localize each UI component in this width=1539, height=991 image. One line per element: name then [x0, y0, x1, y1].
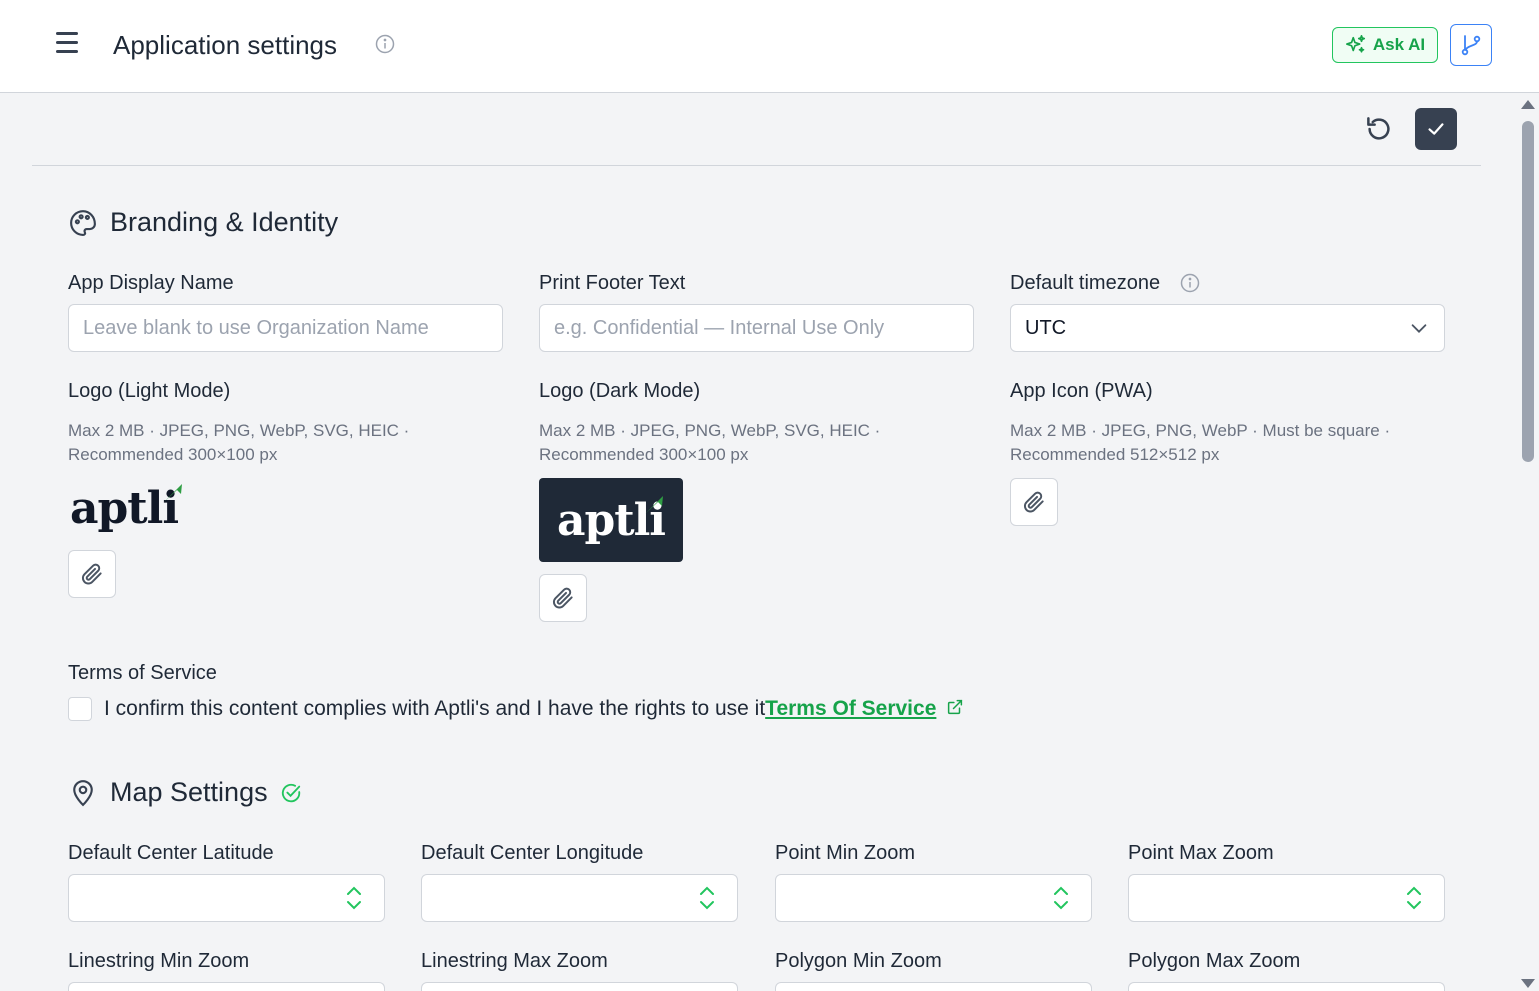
logo-dark-hint: Max 2 MB · JPEG, PNG, WebP, SVG, HEIC · … — [539, 421, 881, 464]
map-pin-icon — [73, 779, 93, 806]
branch-button[interactable] — [1450, 24, 1492, 66]
check-circle-icon — [281, 783, 300, 802]
center-longitude-input[interactable] — [421, 874, 738, 922]
app-display-name-input[interactable]: Leave blank to use Organization Name — [68, 304, 503, 352]
map-field-label: Point Min Zoom — [775, 842, 916, 864]
external-link-icon[interactable] — [946, 698, 964, 716]
map-title: Map Settings — [110, 777, 268, 807]
paperclip-icon — [81, 563, 102, 585]
map-field-label: Linestring Max Zoom — [421, 950, 608, 972]
timezone-label: Default timezone — [1010, 272, 1161, 294]
ask-ai-button[interactable]: Ask AI — [1332, 27, 1438, 63]
app-icon-hint: Max 2 MB · JPEG, PNG, WebP · Must be squ… — [1010, 421, 1391, 464]
tos-statement: I confirm this content complies with Apt… — [104, 697, 964, 721]
scroll-up-icon[interactable] — [1521, 100, 1535, 109]
tos-checkbox[interactable] — [68, 697, 92, 721]
number-stepper-icon[interactable] — [1404, 883, 1424, 913]
menu-icon[interactable] — [54, 32, 82, 58]
point-min-zoom-input[interactable] — [775, 874, 1092, 922]
timezone-value: UTC — [1025, 316, 1067, 339]
print-footer-label: Print Footer Text — [539, 272, 686, 294]
logo-dark-preview: aptli — [539, 478, 683, 562]
arrow-logo-icon — [164, 484, 182, 502]
paperclip-icon — [1023, 491, 1044, 513]
polygon-min-zoom-input[interactable] — [775, 982, 1092, 991]
map-field-label: Point Max Zoom — [1128, 842, 1274, 864]
branding-heading: Branding & Identity — [68, 207, 338, 238]
number-stepper-icon[interactable] — [697, 883, 717, 913]
logo-dark-label: Logo (Dark Mode) — [539, 380, 701, 402]
undo-icon — [1367, 117, 1390, 140]
branding-title: Branding & Identity — [110, 207, 339, 237]
tos-label: Terms of Service — [68, 662, 217, 684]
map-field-label: Default Center Latitude — [68, 842, 274, 864]
tos-confirm-text: I confirm this content complies with Apt… — [104, 697, 766, 720]
arrow-logo-icon — [645, 496, 663, 514]
number-stepper-icon[interactable] — [344, 883, 364, 913]
logo-light-preview: aptli — [70, 480, 190, 536]
polygon-max-zoom-input[interactable] — [1128, 982, 1445, 991]
linestring-min-zoom-input[interactable] — [68, 982, 385, 991]
logo-light-hint: Max 2 MB · JPEG, PNG, WebP, SVG, HEIC · … — [68, 421, 410, 464]
print-footer-input[interactable]: e.g. Confidential — Internal Use Only — [539, 304, 974, 352]
tos-link[interactable]: Terms Of Service — [765, 697, 936, 720]
center-latitude-input[interactable] — [68, 874, 385, 922]
paperclip-icon — [552, 587, 573, 609]
info-icon[interactable] — [375, 34, 395, 54]
scroll-thumb[interactable] — [1522, 121, 1534, 462]
top-bar: Application settings Ask AI — [0, 0, 1539, 93]
map-heading: Map Settings — [68, 777, 302, 808]
map-field-label: Default Center Longitude — [421, 842, 644, 864]
map-field-label: Polygon Min Zoom — [775, 950, 942, 972]
map-field-label: Polygon Max Zoom — [1128, 950, 1301, 972]
number-stepper-icon[interactable] — [1051, 883, 1071, 913]
app-icon-attach-button[interactable] — [1010, 478, 1058, 526]
reset-button[interactable] — [1360, 110, 1398, 148]
info-icon[interactable] — [1180, 273, 1200, 293]
divider — [32, 165, 1481, 166]
app-display-name-label: App Display Name — [68, 272, 234, 294]
ask-ai-label: Ask AI — [1372, 35, 1426, 54]
point-max-zoom-input[interactable] — [1128, 874, 1445, 922]
palette-icon — [70, 209, 96, 236]
map-field-label: Linestring Min Zoom — [68, 950, 250, 972]
print-footer-placeholder: e.g. Confidential — Internal Use Only — [554, 316, 885, 339]
logo-light-label: Logo (Light Mode) — [68, 380, 231, 402]
scrollbar[interactable] — [1518, 93, 1539, 991]
sparkles-icon — [1345, 35, 1365, 53]
git-branch-icon — [1461, 35, 1481, 56]
app-icon-label: App Icon (PWA) — [1010, 380, 1153, 402]
save-button[interactable] — [1415, 108, 1457, 150]
app-display-name-placeholder: Leave blank to use Organization Name — [83, 316, 429, 339]
logo-dark-attach-button[interactable] — [539, 574, 587, 622]
page-title: Application settings — [113, 30, 338, 60]
chevron-down-icon — [1411, 324, 1427, 333]
linestring-max-zoom-input[interactable] — [421, 982, 738, 991]
check-icon — [1428, 123, 1444, 135]
logo-light-attach-button[interactable] — [68, 550, 116, 598]
scroll-down-icon[interactable] — [1521, 979, 1535, 988]
timezone-select[interactable]: UTC — [1010, 304, 1445, 352]
